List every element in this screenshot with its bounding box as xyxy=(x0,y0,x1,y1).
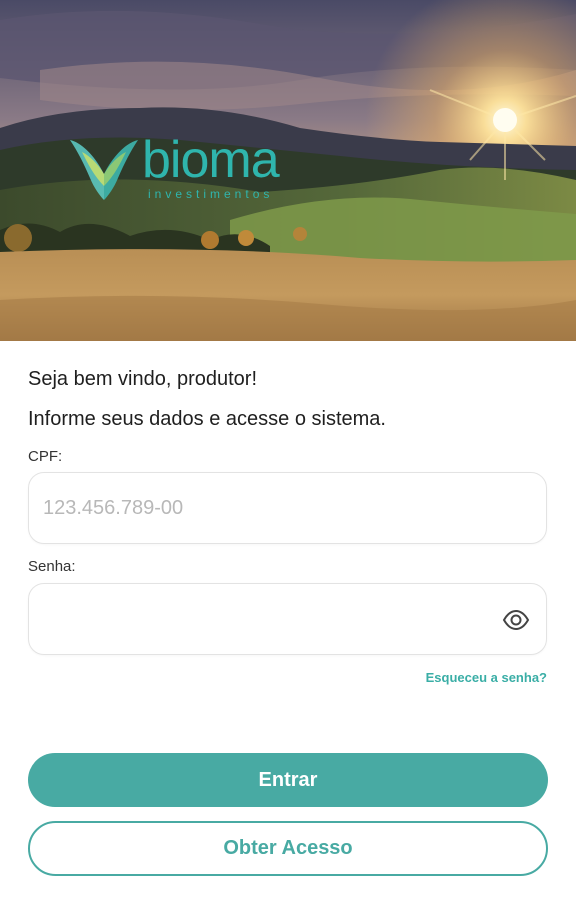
cpf-input[interactable] xyxy=(43,473,483,543)
forgot-password-link[interactable]: Esqueceu a senha? xyxy=(426,670,547,685)
logo-tagline: investimentos xyxy=(148,187,274,201)
hero-banner: bioma investimentos xyxy=(0,0,576,341)
eye-icon[interactable] xyxy=(502,606,530,634)
butterfly-icon xyxy=(70,140,138,200)
instruction-text: Informe seus dados e acesse o sistema. xyxy=(28,408,386,430)
cpf-label: CPF: xyxy=(28,448,63,465)
login-button[interactable]: Entrar xyxy=(28,753,548,807)
bioma-logo: bioma investimentos xyxy=(68,130,318,210)
password-field-container xyxy=(28,583,547,655)
password-input[interactable] xyxy=(43,584,483,654)
login-screen: bioma investimentos Seja bem vindo, prod… xyxy=(0,0,576,900)
cpf-field-container xyxy=(28,472,547,544)
request-access-button[interactable]: Obter Acesso xyxy=(28,821,548,876)
welcome-text: Seja bem vindo, produtor! xyxy=(28,368,258,390)
logo-name: bioma xyxy=(142,131,280,189)
password-label: Senha: xyxy=(28,558,76,575)
